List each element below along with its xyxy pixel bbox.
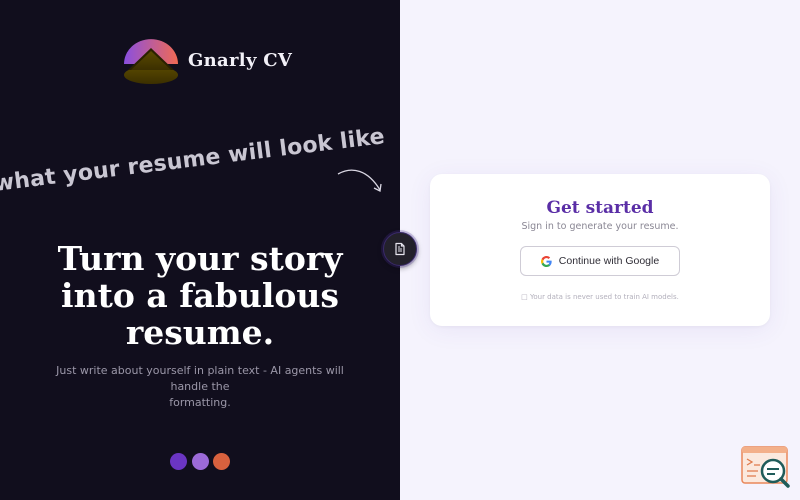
continue-with-google-button[interactable]: Continue with Google xyxy=(520,246,680,276)
card-title: Get started xyxy=(546,198,654,218)
lock-icon: □ xyxy=(521,293,528,301)
hero-subtitle-line: formatting. xyxy=(169,396,231,409)
google-button-label: Continue with Google xyxy=(558,255,660,267)
hero-title-line: Turn your story xyxy=(57,239,343,278)
hero-title-line: into a fabulous xyxy=(61,276,339,315)
left-panel: Gnarly CV what your resume will look lik… xyxy=(0,0,400,500)
theme-dots xyxy=(170,453,232,471)
hero-subtitle: Just write about yourself in plain text … xyxy=(40,363,360,411)
document-preview-toggle-button[interactable] xyxy=(383,232,417,266)
preview-hint: what your resume will look like xyxy=(0,124,394,220)
hero-title-line: resume. xyxy=(125,313,275,352)
preview-hint-text: what your resume will look like xyxy=(0,124,387,197)
curved-arrow-icon xyxy=(337,169,382,192)
card-subtitle: Sign in to generate your resume. xyxy=(521,221,679,232)
privacy-note: □ Your data is never used to train AI mo… xyxy=(430,293,770,301)
hero-subtitle-line: Just write about yourself in plain text … xyxy=(56,364,344,393)
mountain-sunset-logo-icon xyxy=(124,39,178,84)
theme-dot-lavender[interactable] xyxy=(192,453,209,470)
hero-title: Turn your story into a fabulous resume. xyxy=(0,240,400,351)
theme-dot-purple[interactable] xyxy=(170,453,187,470)
privacy-note-text: Your data is never used to train AI mode… xyxy=(530,293,679,301)
feedback-search-icon xyxy=(741,446,790,488)
google-icon xyxy=(540,255,552,267)
document-icon xyxy=(395,242,405,256)
brand: Gnarly CV xyxy=(122,38,322,86)
sign-in-card: Get started Sign in to generate your res… xyxy=(430,174,770,326)
theme-dot-orange[interactable] xyxy=(213,453,230,470)
brand-name: Gnarly CV xyxy=(188,50,293,71)
feedback-widget-button[interactable] xyxy=(740,445,792,489)
